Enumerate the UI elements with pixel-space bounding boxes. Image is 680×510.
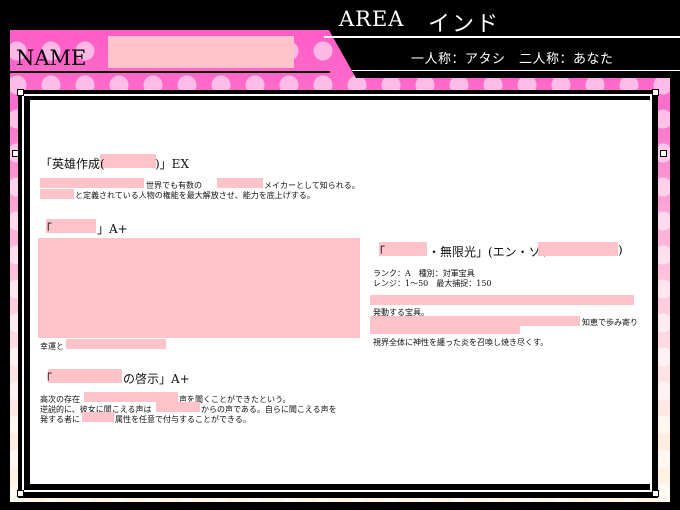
- redaction: [40, 178, 144, 188]
- redaction: [217, 178, 263, 188]
- np-mid: ・無限光」(エン・ソフ: [428, 245, 553, 259]
- area-value: インド: [428, 12, 501, 37]
- corner-square: [17, 89, 24, 96]
- redaction: [82, 412, 114, 422]
- np-line2: 知恵で歩み寄り: [582, 318, 638, 327]
- redaction: [84, 392, 178, 402]
- np-stats2: レンジ：1〜50 最大捕捉：150: [373, 279, 492, 288]
- skill3-line3b: 属性を任意で付与することができる。: [115, 415, 251, 424]
- redaction: [379, 242, 427, 256]
- skill1-line2: と定義されている人物の権能を最大解放させ、能力を底上げする。: [75, 191, 315, 200]
- side-square: [660, 150, 667, 157]
- redaction-block: [38, 238, 360, 338]
- redaction: [538, 242, 618, 256]
- skill3-prefix: 「: [40, 372, 53, 386]
- redaction: [40, 189, 74, 199]
- corner-square: [652, 490, 659, 497]
- side-square: [12, 150, 19, 157]
- np-prefix: 「: [373, 245, 386, 259]
- frame-bottom-edge: [0, 502, 680, 510]
- skill2-prefix: 「: [40, 222, 53, 236]
- redaction: [156, 402, 200, 412]
- redaction: [370, 316, 580, 326]
- redaction: [370, 326, 520, 334]
- name-redaction: [108, 36, 294, 68]
- redaction: [48, 369, 122, 383]
- name-underline: [10, 71, 330, 73]
- corner-square: [652, 89, 659, 96]
- corner-square: [17, 490, 24, 497]
- name-label: NAME: [16, 46, 87, 70]
- redaction: [100, 154, 156, 168]
- redaction: [66, 339, 166, 349]
- redaction: [370, 295, 634, 305]
- pronouns-text: 一人称：アタシ 二人称：あなた: [411, 52, 614, 67]
- skill3-suffix: の啓示」A+: [123, 372, 190, 386]
- frame-right-edge: [670, 78, 680, 510]
- skill3-line3a: 発する者に: [40, 415, 80, 424]
- np-suffix: ): [618, 243, 623, 257]
- np-line3: 視界全体に神性を纏った炎を召喚し焼き尽くす。: [373, 338, 549, 347]
- skill2-footer: 幸運と: [40, 342, 64, 351]
- skill1-prefix: 「英雄作成(: [40, 157, 105, 171]
- redaction: [46, 219, 96, 233]
- skill2-suffix: 」A+: [97, 222, 128, 236]
- skill1-suffix: )」EX: [155, 157, 189, 171]
- area-label: AREA: [339, 7, 405, 31]
- frame-left-edge: [0, 30, 10, 510]
- area-divider: [324, 36, 680, 38]
- area-bottom-line: [352, 70, 680, 71]
